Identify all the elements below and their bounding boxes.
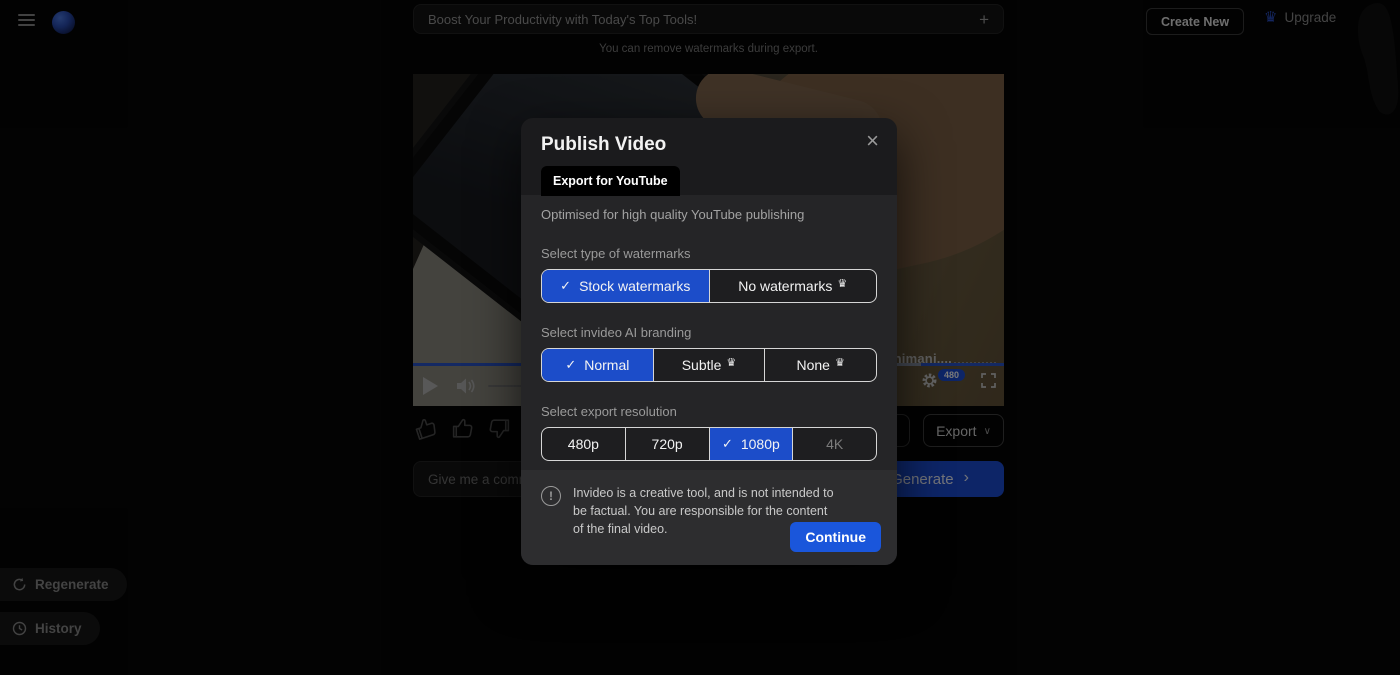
branding-control: ✓ Normal Subtle ♛ None ♛ — [541, 348, 877, 382]
resolution-section-label: Select export resolution — [541, 404, 877, 419]
option-branding-normal[interactable]: ✓ Normal — [542, 349, 654, 381]
option-branding-none[interactable]: None ♛ — [765, 349, 876, 381]
option-branding-subtle[interactable]: Subtle ♛ — [654, 349, 766, 381]
modal-subtitle: Optimised for high quality YouTube publi… — [541, 207, 877, 222]
modal-title: Publish Video — [541, 134, 877, 156]
close-icon[interactable]: × — [866, 130, 879, 152]
continue-button[interactable]: Continue — [790, 522, 881, 552]
option-720p[interactable]: 720p — [626, 428, 710, 460]
info-icon: ! — [541, 486, 561, 506]
check-icon: ✓ — [722, 436, 733, 452]
crown-icon: ♛ — [726, 356, 736, 369]
check-icon: ✓ — [565, 357, 576, 373]
crown-icon: ♛ — [837, 277, 847, 290]
option-stock-watermarks[interactable]: ✓ Stock watermarks — [542, 270, 710, 302]
tab-export-for-youtube[interactable]: Export for YouTube — [541, 166, 680, 196]
watermarks-section-label: Select type of watermarks — [541, 246, 877, 261]
resolution-control: 480p 720p ✓ 1080p 4K — [541, 427, 877, 461]
option-480p[interactable]: 480p — [542, 428, 626, 460]
option-1080p[interactable]: ✓ 1080p — [710, 428, 794, 460]
option-4k[interactable]: 4K — [793, 428, 876, 460]
check-icon: ✓ — [560, 278, 571, 294]
crown-icon: ♛ — [835, 356, 845, 369]
publish-video-modal: Publish Video × Export for YouTube Optim… — [521, 118, 897, 565]
branding-section-label: Select invideo AI branding — [541, 325, 877, 340]
watermark-type-control: ✓ Stock watermarks No watermarks ♛ — [541, 269, 877, 303]
modal-footer: ! Invideo is a creative tool, and is not… — [521, 470, 897, 565]
option-no-watermarks[interactable]: No watermarks ♛ — [710, 270, 877, 302]
